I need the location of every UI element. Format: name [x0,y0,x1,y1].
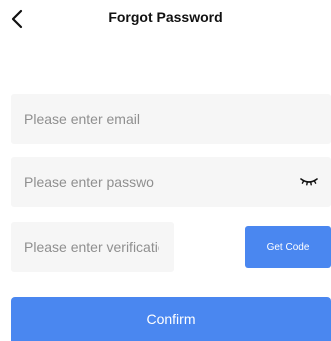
verification-code-input[interactable] [24,222,159,272]
email-field-container [11,94,331,144]
password-visibility-toggle[interactable] [298,172,320,192]
page-title: Forgot Password [108,9,223,25]
get-code-button[interactable]: Get Code [245,226,331,268]
eye-closed-icon [300,178,318,186]
verification-code-field-container [11,222,174,272]
email-input[interactable] [24,94,314,144]
password-input[interactable] [24,157,154,207]
password-field-container [11,157,331,207]
confirm-button[interactable]: Confirm [11,297,331,341]
